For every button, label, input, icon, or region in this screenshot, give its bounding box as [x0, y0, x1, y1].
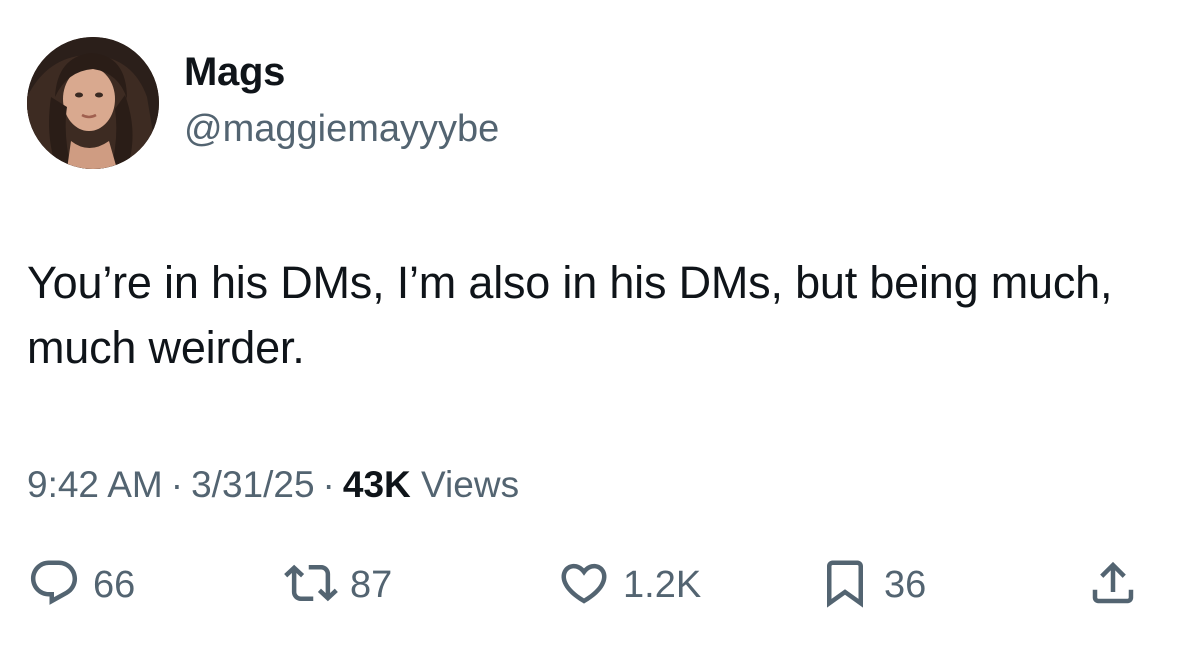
heart-icon	[557, 556, 611, 615]
reply-count: 66	[93, 563, 136, 606]
bookmark-button[interactable]: 36	[818, 555, 926, 615]
views-label: Views	[421, 464, 520, 505]
tweet-date[interactable]: 3/31/25	[191, 464, 314, 505]
views-count: 43K	[342, 464, 411, 505]
tweet-time[interactable]: 9:42 AM	[27, 464, 163, 505]
repost-button[interactable]: 87	[284, 555, 392, 615]
author-handle[interactable]: @maggiemayyybe	[184, 110, 499, 148]
reply-icon	[27, 556, 81, 615]
action-bar: 66 87 1.2K 36	[0, 555, 1179, 625]
like-count: 1.2K	[623, 563, 702, 606]
avatar[interactable]	[27, 37, 159, 169]
tweet-text: You’re in his DMs, I’m also in his DMs, …	[27, 257, 1113, 373]
repost-count: 87	[350, 563, 393, 606]
share-icon	[1086, 556, 1140, 615]
meta-separator: ·	[322, 464, 335, 505]
like-button[interactable]: 1.2K	[557, 555, 701, 615]
bookmark-icon	[818, 556, 872, 615]
meta-separator: ·	[170, 464, 184, 505]
share-button[interactable]	[1086, 555, 1140, 615]
bookmark-count: 36	[884, 563, 927, 606]
tweet-meta: 9:42 AM · 3/31/25 · 43K Views	[27, 466, 519, 503]
author-display-name[interactable]: Mags	[184, 52, 285, 92]
repost-icon	[284, 556, 338, 615]
reply-button[interactable]: 66	[27, 555, 135, 615]
